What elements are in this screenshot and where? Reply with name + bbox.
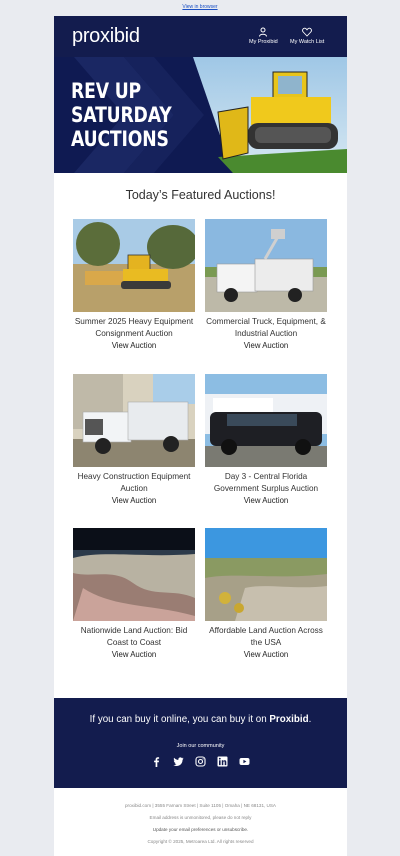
footer-band: If you can buy it online, you can buy it… — [54, 698, 347, 788]
hero-banner[interactable]: REV UP SATURDAY AUCTIONS — [54, 57, 347, 173]
hero-title-line: AUCTIONS — [71, 127, 169, 151]
instagram-icon[interactable] — [195, 754, 206, 767]
auction-card[interactable]: Commercial Truck, Equipment, & Industria… — [205, 219, 327, 350]
tagline-text: If you can buy it online, you can buy it… — [89, 714, 270, 725]
tagline-brand[interactable]: Proxibid — [269, 714, 308, 725]
view-auction-link[interactable]: View Auction — [205, 496, 327, 505]
bulldozer-hero-photo — [193, 57, 347, 173]
hero-title: REV UP SATURDAY AUCTIONS — [71, 79, 172, 151]
view-auction-link[interactable]: View Auction — [73, 496, 195, 505]
featured-auctions-grid: Summer 2025 Heavy Equipment Consignment … — [54, 208, 347, 698]
auction-card-title: Affordable Land Auction Across the USA — [209, 626, 323, 647]
auction-card[interactable]: Day 3 - Central Florida Government Surpl… — [205, 374, 327, 505]
auction-card-title: Commercial Truck, Equipment, & Industria… — [206, 317, 326, 338]
auction-card-title: Heavy Construction Equipment Auction — [77, 472, 191, 493]
email-container: proxibid My Proxibid My Watch List REV U… — [54, 16, 347, 856]
proxibid-logo[interactable]: proxibid — [72, 25, 140, 48]
unmonitored-notice: Email address is unmonitored, please do … — [149, 815, 252, 820]
desert-land-photo[interactable] — [205, 528, 327, 621]
view-auction-link[interactable]: View Auction — [73, 650, 195, 659]
join-community-label: Join our community — [176, 743, 225, 749]
auction-card[interactable]: Heavy Construction Equipment Auction Vie… — [73, 374, 195, 505]
view-auction-link[interactable]: View Auction — [205, 341, 327, 350]
view-auction-link[interactable]: View Auction — [73, 341, 195, 350]
auction-card[interactable]: Summer 2025 Heavy Equipment Consignment … — [73, 219, 195, 350]
my-watch-list-label: My Watch List — [290, 39, 325, 45]
tagline-period: . — [308, 714, 312, 725]
heart-icon — [302, 27, 313, 37]
facebook-icon[interactable] — [151, 754, 162, 767]
my-watch-list-link[interactable]: My Watch List — [290, 27, 324, 45]
email-header: proxibid My Proxibid My Watch List — [54, 16, 347, 57]
bulldozer-photo[interactable] — [73, 219, 195, 312]
view-in-browser-link[interactable]: View in browser — [0, 4, 400, 10]
auction-card-title: Nationwide Land Auction: Bid Coast to Co… — [80, 626, 188, 647]
my-proxibid-label: My Proxibid — [249, 39, 278, 45]
company-address: proxibid.com | 3555 Farnam Street | Suit… — [125, 803, 276, 808]
twitter-icon[interactable] — [173, 754, 184, 766]
my-proxibid-link[interactable]: My Proxibid — [249, 27, 278, 45]
legal-footer: proxibid.com | 3555 Farnam Street | Suit… — [54, 788, 347, 856]
utility-truck-photo[interactable] — [205, 219, 327, 312]
aerial-land-photo[interactable] — [73, 528, 195, 621]
linkedin-icon[interactable] — [217, 754, 228, 767]
view-auction-link[interactable]: View Auction — [205, 650, 327, 659]
youtube-icon[interactable] — [239, 754, 250, 765]
social-links — [54, 754, 347, 767]
featured-auctions-title: Today’s Featured Auctions! — [125, 188, 276, 202]
hero-title-line: REV UP — [71, 79, 141, 103]
suv-photo[interactable] — [205, 374, 327, 467]
auction-card[interactable]: Affordable Land Auction Across the USA V… — [205, 528, 327, 659]
pickup-truck-photo[interactable] — [73, 374, 195, 467]
footer-tagline: If you can buy it online, you can buy it… — [54, 714, 347, 725]
copyright-text: Copyright © 2025, Metroarea Ltd. All rig… — [147, 839, 254, 844]
user-icon — [259, 27, 268, 37]
auction-card[interactable]: Nationwide Land Auction: Bid Coast to Co… — [73, 528, 195, 659]
hero-title-line: SATURDAY — [71, 103, 172, 127]
auction-card-title: Day 3 - Central Florida Government Surpl… — [213, 472, 319, 493]
auction-card-title: Summer 2025 Heavy Equipment Consignment … — [74, 317, 194, 338]
email-preferences-link[interactable]: Update your email preferences or unsubsc… — [54, 827, 347, 833]
